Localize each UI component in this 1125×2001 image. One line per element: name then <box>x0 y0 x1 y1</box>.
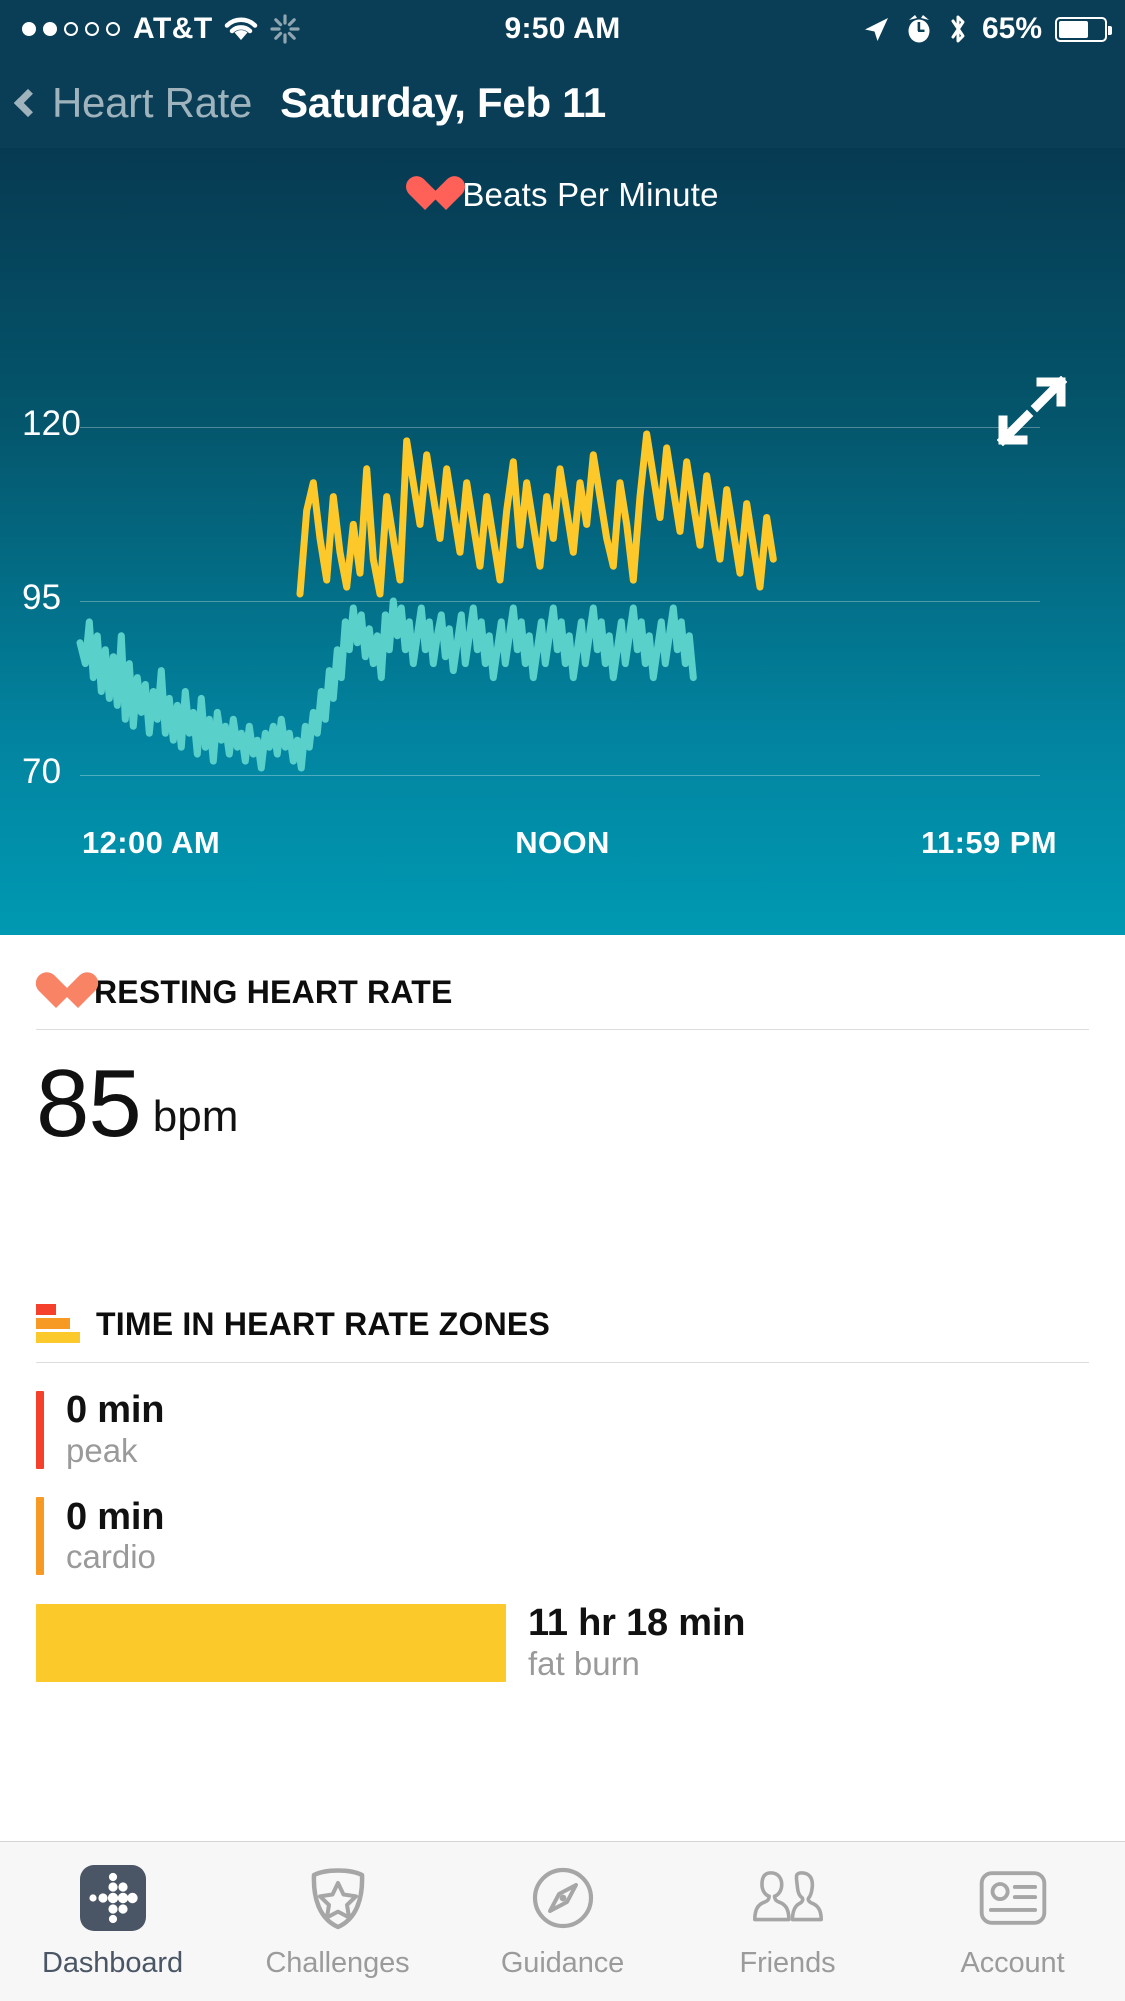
x-axis-tick-end: 11:59 PM <box>921 825 1057 861</box>
zone-label: fat burn <box>528 1645 745 1683</box>
zone-duration: 0 min <box>66 1496 164 1539</box>
battery-icon <box>1055 17 1107 42</box>
zone-bar <box>36 1497 44 1575</box>
compass-icon <box>528 1863 598 1933</box>
alarm-clock-icon <box>904 13 934 45</box>
back-button[interactable]: Heart Rate <box>18 79 252 127</box>
heart-rate-zones-header: TIME IN HEART RATE ZONES <box>36 1266 1089 1363</box>
heart-rate-plot <box>0 148 1125 935</box>
back-button-label: Heart Rate <box>52 79 252 127</box>
resting-heart-rate-header: RESTING HEART RATE <box>36 935 1089 1030</box>
heart-rate-zone-row: 11 hr 18 minfat burn <box>36 1602 1125 1682</box>
zone-bars-icon <box>36 1304 80 1344</box>
chart-line <box>80 601 693 768</box>
heart-rate-chart-panel: Beats Per Minute 120 95 70 12:00 AM NOON… <box>0 148 1125 935</box>
navigation-bar: Heart Rate Saturday, Feb 11 <box>0 58 1125 148</box>
page-title: Saturday, Feb 11 <box>280 79 606 127</box>
zone-text: 11 hr 18 minfat burn <box>528 1602 745 1682</box>
tab-label-account: Account <box>960 1947 1064 1980</box>
location-arrow-icon <box>861 14 891 44</box>
zone-label: cardio <box>66 1538 164 1576</box>
battery-percent-label: 65% <box>982 12 1042 46</box>
tab-account[interactable]: Account <box>900 1842 1125 2001</box>
stats-content: RESTING HEART RATE 85 bpm TIME IN HEART … <box>0 935 1125 1683</box>
tab-dashboard[interactable]: Dashboard <box>0 1842 225 2001</box>
zone-text: 0 mincardio <box>66 1496 164 1576</box>
zone-duration: 0 min <box>66 1389 164 1432</box>
heart-rate-zone-row: 0 mincardio <box>36 1496 1125 1576</box>
shield-star-icon <box>303 1863 373 1933</box>
id-card-icon <box>978 1863 1048 1933</box>
tab-guidance[interactable]: Guidance <box>450 1842 675 2001</box>
heart-rate-zone-row: 0 minpeak <box>36 1389 1125 1469</box>
bluetooth-icon <box>947 12 969 46</box>
tab-bar: Dashboard Challenges Guidance <box>0 1841 1125 2001</box>
heart-rate-zones-title: TIME IN HEART RATE ZONES <box>96 1306 550 1343</box>
tab-label-friends: Friends <box>740 1947 836 1980</box>
tab-challenges[interactable]: Challenges <box>225 1842 450 2001</box>
resting-heart-rate-value: 85 bpm <box>36 1060 1125 1148</box>
tab-friends[interactable]: Friends <box>675 1842 900 2001</box>
chart-line <box>300 434 773 594</box>
heart-icon <box>36 973 78 1011</box>
zone-bar <box>36 1604 506 1682</box>
tab-label-challenges: Challenges <box>265 1947 409 1980</box>
status-bar: AT&T 9:50 AM <box>0 0 1125 58</box>
resting-heart-rate-number: 85 <box>36 1060 141 1148</box>
resting-heart-rate-unit: bpm <box>153 1092 239 1142</box>
zone-duration: 11 hr 18 min <box>528 1602 745 1645</box>
people-icon <box>753 1863 823 1933</box>
heart-rate-screen: AT&T 9:50 AM <box>0 0 1125 2001</box>
tab-label-guidance: Guidance <box>501 1947 624 1980</box>
tab-label-dashboard: Dashboard <box>42 1947 183 1980</box>
chevron-left-icon <box>14 89 42 117</box>
zone-text: 0 minpeak <box>66 1389 164 1469</box>
fitbit-dots-icon <box>78 1863 148 1933</box>
resting-heart-rate-title: RESTING HEART RATE <box>94 974 453 1011</box>
status-bar-right: 65% <box>861 12 1107 46</box>
zone-label: peak <box>66 1432 164 1470</box>
zone-bar <box>36 1391 44 1469</box>
heart-rate-zones-list: 0 minpeak0 mincardio11 hr 18 minfat burn <box>0 1389 1125 1682</box>
